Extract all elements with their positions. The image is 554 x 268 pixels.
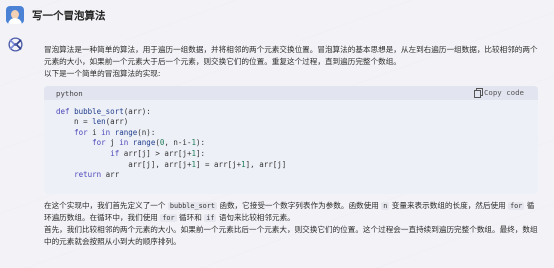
explanation-line-1: 在这个实现中，我们首先定义了一个 bubble_sort 函数，它接受一个数字列… [44,200,535,210]
explanation-line-2: 环遍历数组。在循环中，我们使用 for 循环和 if 语句来比较相邻元素。 [44,212,295,222]
copy-code-label: Copy code [483,87,524,97]
code-line: n = len(arr) [56,117,129,127]
code-line: def bubble_sort(arr): [56,106,151,116]
inline-code: for [160,213,177,222]
intro-line-1: 冒泡算法是一种简单的算法，用于遍历一组数据，并将相邻的两个元素交换位置。冒泡算法… [44,45,538,54]
intro-line-3: 以下是一个简单的冒泡算法的实现: [44,69,161,79]
code-block: python Copy code def bubble_sort(arr): n… [44,85,538,194]
user-message-row: 写一个冒泡算法 [0,0,554,30]
user-message-text: 写一个冒泡算法 [32,10,106,22]
code-language-label: python [56,88,83,98]
explanation-line-3: 首先，我们比较相邻的两个元素的大小。如果前一个元素比后一个元素大，则交换它们的位… [44,225,538,235]
inline-code: n [381,201,390,210]
inline-code: for [508,201,525,210]
code-line: for i in range(n): [74,127,156,137]
code-content: def bubble_sort(arr): n = len(arr) for i… [44,100,538,181]
user-avatar [6,6,24,24]
code-line: arr[j], arr[j+1] = arr[j+1], arr[j] [56,159,287,169]
copy-icon [473,87,483,98]
explanation-line-4: 中的元素就会按照从小到大的顺序排列。 [44,237,181,247]
assistant-answer: 冒泡算法是一种简单的算法，用于遍历一组数据，并将相邻的两个元素交换位置。冒泡算法… [44,44,544,248]
assistant-logo-icon [8,37,23,52]
code-line: for j in range(0, n-i-1): [92,138,206,148]
code-line: return arr [74,170,120,180]
copy-code-button[interactable]: Copy code [473,87,524,98]
code-block-header: python Copy code [44,85,538,100]
code-line: if arr[j] > arr[j+1]: [110,148,206,158]
intro-line-2: 元素的大小，如果前一个元素大于后一个元素，则交换它们的位置。重复这个过程，直到遍… [44,57,401,67]
inline-code: bubble_sort [167,201,217,210]
inline-code: if [204,213,217,222]
